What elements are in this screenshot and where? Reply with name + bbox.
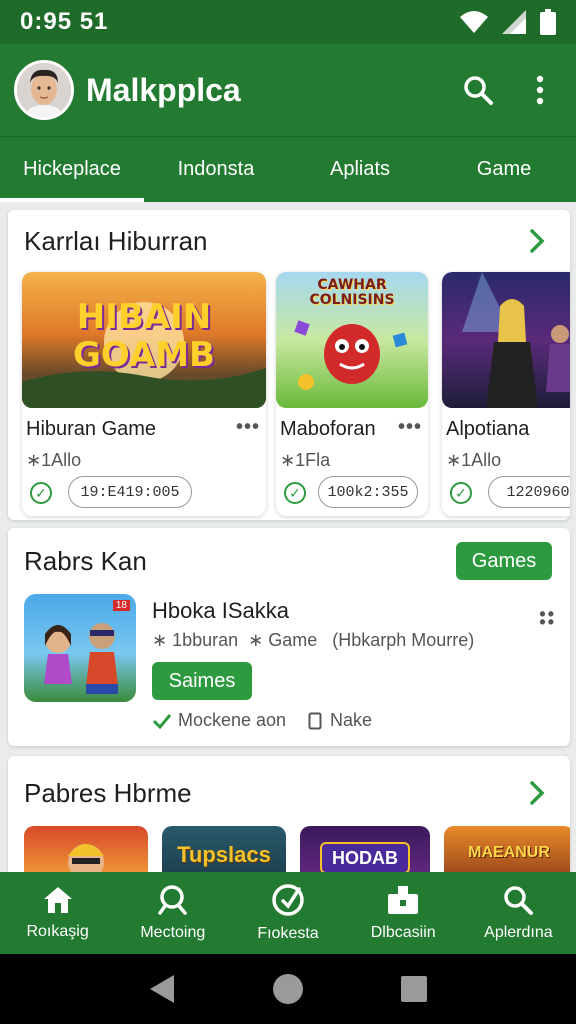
game-name: Alpotiana [446,418,530,440]
check-icon [152,713,172,729]
game-card[interactable]: Alpotiana ∗1Allo ✓ 1220960 [442,272,570,516]
tab-game[interactable]: Game [432,137,576,202]
wifi-icon [460,11,488,33]
tab-indonsta[interactable]: Indonsta [144,137,288,202]
game-card[interactable]: CAWHAR COLNISINS Maboforan ••• ∗1Fla ✓ 1… [276,272,428,516]
avatar[interactable] [14,60,74,120]
back-icon[interactable] [148,973,176,1005]
game-thumbnail[interactable]: Tupslacs [162,826,286,876]
nav-label: Fıokesta [257,925,319,942]
status-time: 0:95 51 [20,8,109,35]
game-logo-text: HIBAIN GOAMB [73,297,215,375]
section-pabres-hbrme: Pabres Hbrme Tupslacs HODAB MAEANUR [8,756,570,876]
status-bar: 0:95 51 [0,0,576,44]
game-logo-text: CAWHAR COLNISINS [309,277,395,308]
game-thumbnail: HIBAIN GOAMB [22,272,266,408]
nav-item-mectoing[interactable]: Mectoing [115,872,230,954]
signal-icon [502,10,526,34]
tab-apliats[interactable]: Apliats [288,137,432,202]
tab-label: Game [476,158,532,180]
section-title: Karrlaı Hiburran [24,226,208,256]
nav-item-aplerdina[interactable]: Aplerdına [461,872,576,954]
game-name: Hiburan Game [26,418,157,440]
search-icon [464,76,493,105]
game-meta: ∗1Allo [26,450,82,470]
document-icon [308,712,322,729]
home-circle-icon[interactable] [272,973,304,1005]
nav-item-home[interactable]: Roıkaşig [0,872,115,954]
nav-item-fiokesta[interactable]: Fıokesta [230,872,345,954]
game-logo-text: MAEANUR [468,844,550,861]
check-row: Mockene aon [152,710,286,731]
section-karrlai-hiburran: Karrlaı Hiburran HIBAIN GOAMB Hiburan Ga… [8,210,570,520]
game-card[interactable]: HIBAIN GOAMB Hiburan Game ••• ∗1Allo ✓ 1… [22,272,266,516]
section-more-button[interactable] [522,226,552,256]
game-thumbnail[interactable]: HODAB [300,826,430,876]
search-icon [504,886,534,915]
home-icon [43,887,72,913]
check-circle-icon: ✓ [450,482,472,504]
nav-label: Dlbcasiin [370,924,436,941]
more-options-icon[interactable]: •• •• [539,605,556,631]
app-icon-badge: 18 [112,600,130,611]
bag-icon [388,886,419,914]
saimes-button[interactable]: Saimes [152,662,252,700]
app-icon[interactable]: 18 [24,594,136,702]
game-code-pill[interactable]: 1220960 [488,476,570,508]
game-code-pill[interactable]: 100k2:355 [318,476,418,508]
check-circle-icon: ✓ [284,482,306,504]
tab-label: Apliats [329,158,391,180]
game-thumbnail [442,272,570,408]
game-thumbnail: CAWHAR COLNISINS [276,272,428,408]
chevron-right-icon [530,781,545,805]
tab-label: Hickeplace [23,158,121,180]
overflow-menu-button[interactable] [518,68,562,112]
tab-bar: Hickeplace Indonsta Apliats Game [0,136,576,202]
game-meta: ∗1Fla [280,450,331,470]
game-name: Maboforan [280,418,376,440]
game-thumbnail[interactable] [24,826,148,876]
app-meta: ∗ 1bburan ∗ Game (Hbkarph Mourre) [152,630,475,650]
recents-icon[interactable] [400,975,428,1003]
battery-icon [540,9,556,35]
nake-row[interactable]: Nake [308,710,372,731]
compass-icon [272,884,304,916]
nav-item-dlbcasiin[interactable]: Dlbcasiin [346,872,461,954]
check-label: Mockene aon [178,710,287,730]
app-bar: Malkpplca [0,44,576,136]
nav-label: Mectoing [140,924,206,941]
more-vert-icon [536,75,544,105]
section-more-button[interactable] [522,778,552,808]
status-icons [460,9,556,35]
app-title: Malkpplca [86,71,241,108]
check-circle-icon: ✓ [30,482,52,504]
game-meta: ∗1Allo [446,450,502,470]
search-icon [158,885,187,915]
search-button[interactable] [456,68,500,112]
section-title: Rabrs Kan [24,546,147,576]
section-rabrs-kan: Rabrs Kan Games 18 Hboka ISakka ∗ 1bbura… [8,528,570,746]
nav-label: Roıkaşig [26,923,89,940]
game-logo-text: Tupslacs [177,842,271,867]
app-name: Hboka ISakka [152,598,289,623]
nav-label: Aplerdına [484,924,553,941]
tab-label: Indonsta [177,158,255,180]
section-title: Pabres Hbrme [24,778,192,808]
more-options-icon[interactable]: ••• [236,416,260,439]
games-badge[interactable]: Games [456,542,552,580]
nake-label: Nake [330,710,373,730]
tab-hickeplace[interactable]: Hickeplace [0,137,144,202]
chevron-right-icon [530,229,545,253]
bottom-navigation: Roıkaşig Mectoing Fıokesta Dlbcasiin Apl… [0,872,576,954]
game-thumbnail[interactable]: MAEANUR [444,826,570,876]
more-options-icon[interactable]: ••• [398,416,422,439]
game-code-pill[interactable]: 19:E419:005 [68,476,192,508]
system-navigation-bar [0,954,576,1024]
game-logo-text: HODAB [320,842,410,874]
